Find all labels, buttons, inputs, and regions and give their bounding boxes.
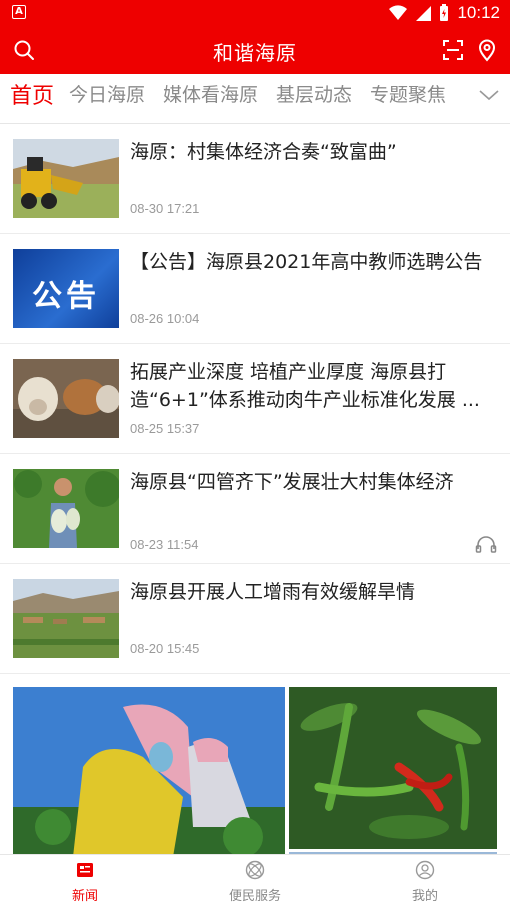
nav-services[interactable]: 便民服务 <box>170 855 340 906</box>
service-icon <box>245 860 265 880</box>
bottom-navigation: 新闻 便民服务 我的 <box>0 854 510 906</box>
news-thumbnail <box>13 469 119 548</box>
tab-home[interactable]: 首页 <box>10 78 54 110</box>
profile-icon <box>415 860 435 880</box>
tab-today-haiyuan[interactable]: 今日海原 <box>69 80 145 107</box>
wifi-icon <box>389 5 408 21</box>
news-thumbnail <box>13 579 119 658</box>
news-title: 海原县开展人工增雨有效缓解旱情 <box>130 581 416 603</box>
nav-label: 我的 <box>411 889 438 904</box>
signal-icon <box>416 6 432 21</box>
app-notification-icon: A <box>12 5 26 19</box>
location-icon[interactable] <box>475 38 499 62</box>
news-thumbnail: 公告 <box>13 249 119 328</box>
scan-icon[interactable] <box>441 38 465 62</box>
app-title: 和谐海原 <box>213 41 297 65</box>
news-item[interactable]: 海原县开展人工增雨有效缓解旱情 08-20 15:45 <box>0 564 510 674</box>
news-icon <box>77 863 93 877</box>
clock: 10:12 <box>457 3 500 22</box>
tab-grassroots[interactable]: 基层动态 <box>276 80 352 107</box>
nav-news[interactable]: 新闻 <box>0 855 170 906</box>
news-date: 08-23 11:54 <box>130 537 199 552</box>
news-title: 海原县“四管齐下”发展壮大村集体经济 <box>130 471 454 493</box>
photo-gallery[interactable] <box>13 687 497 857</box>
news-title: 拓展产业深度 培植产业厚度 海原县打造“6+1”体系推动肉牛产业标准化发展 ..… <box>130 361 480 411</box>
news-date: 08-25 15:37 <box>130 421 200 436</box>
headphones-icon[interactable] <box>475 534 497 554</box>
tab-media-haiyuan[interactable]: 媒体看海原 <box>163 80 258 107</box>
news-item[interactable]: 拓展产业深度 培植产业厚度 海原县打造“6+1”体系推动肉牛产业标准化发展 ..… <box>0 344 510 454</box>
news-date: 08-26 10:04 <box>130 311 200 326</box>
news-thumbnail <box>13 139 119 218</box>
announcement-label: 公告 <box>32 279 100 314</box>
news-title: 海原：村集体经济合奏“致富曲” <box>130 141 397 163</box>
nav-profile[interactable]: 我的 <box>340 855 510 906</box>
news-title: 【公告】海原县2021年高中教师选聘公告 <box>130 251 483 273</box>
gallery-photo-farmers[interactable] <box>13 687 285 857</box>
nav-label: 新闻 <box>71 889 98 904</box>
news-item[interactable]: 海原：村集体经济合奏“致富曲” 08-30 17:21 <box>0 124 510 234</box>
chevron-down-icon[interactable] <box>478 84 500 106</box>
tab-special-focus[interactable]: 专题聚焦 <box>370 80 446 107</box>
category-tabs: 首页 今日海原 媒体看海原 基层动态 专题聚焦 <box>0 74 510 124</box>
news-item[interactable]: 海原县“四管齐下”发展壮大村集体经济 08-23 11:54 <box>0 454 510 564</box>
status-bar: A 10:12 <box>0 0 510 26</box>
news-date: 08-30 17:21 <box>130 201 200 216</box>
app-bar: 和谐海原 <box>0 26 510 74</box>
battery-icon <box>440 4 449 21</box>
gallery-photo-chili[interactable] <box>289 687 497 849</box>
nav-label: 便民服务 <box>228 889 281 904</box>
news-item[interactable]: 公告 【公告】海原县2021年高中教师选聘公告 08-26 10:04 <box>0 234 510 344</box>
news-thumbnail <box>13 359 119 438</box>
news-date: 08-20 15:45 <box>130 641 200 656</box>
